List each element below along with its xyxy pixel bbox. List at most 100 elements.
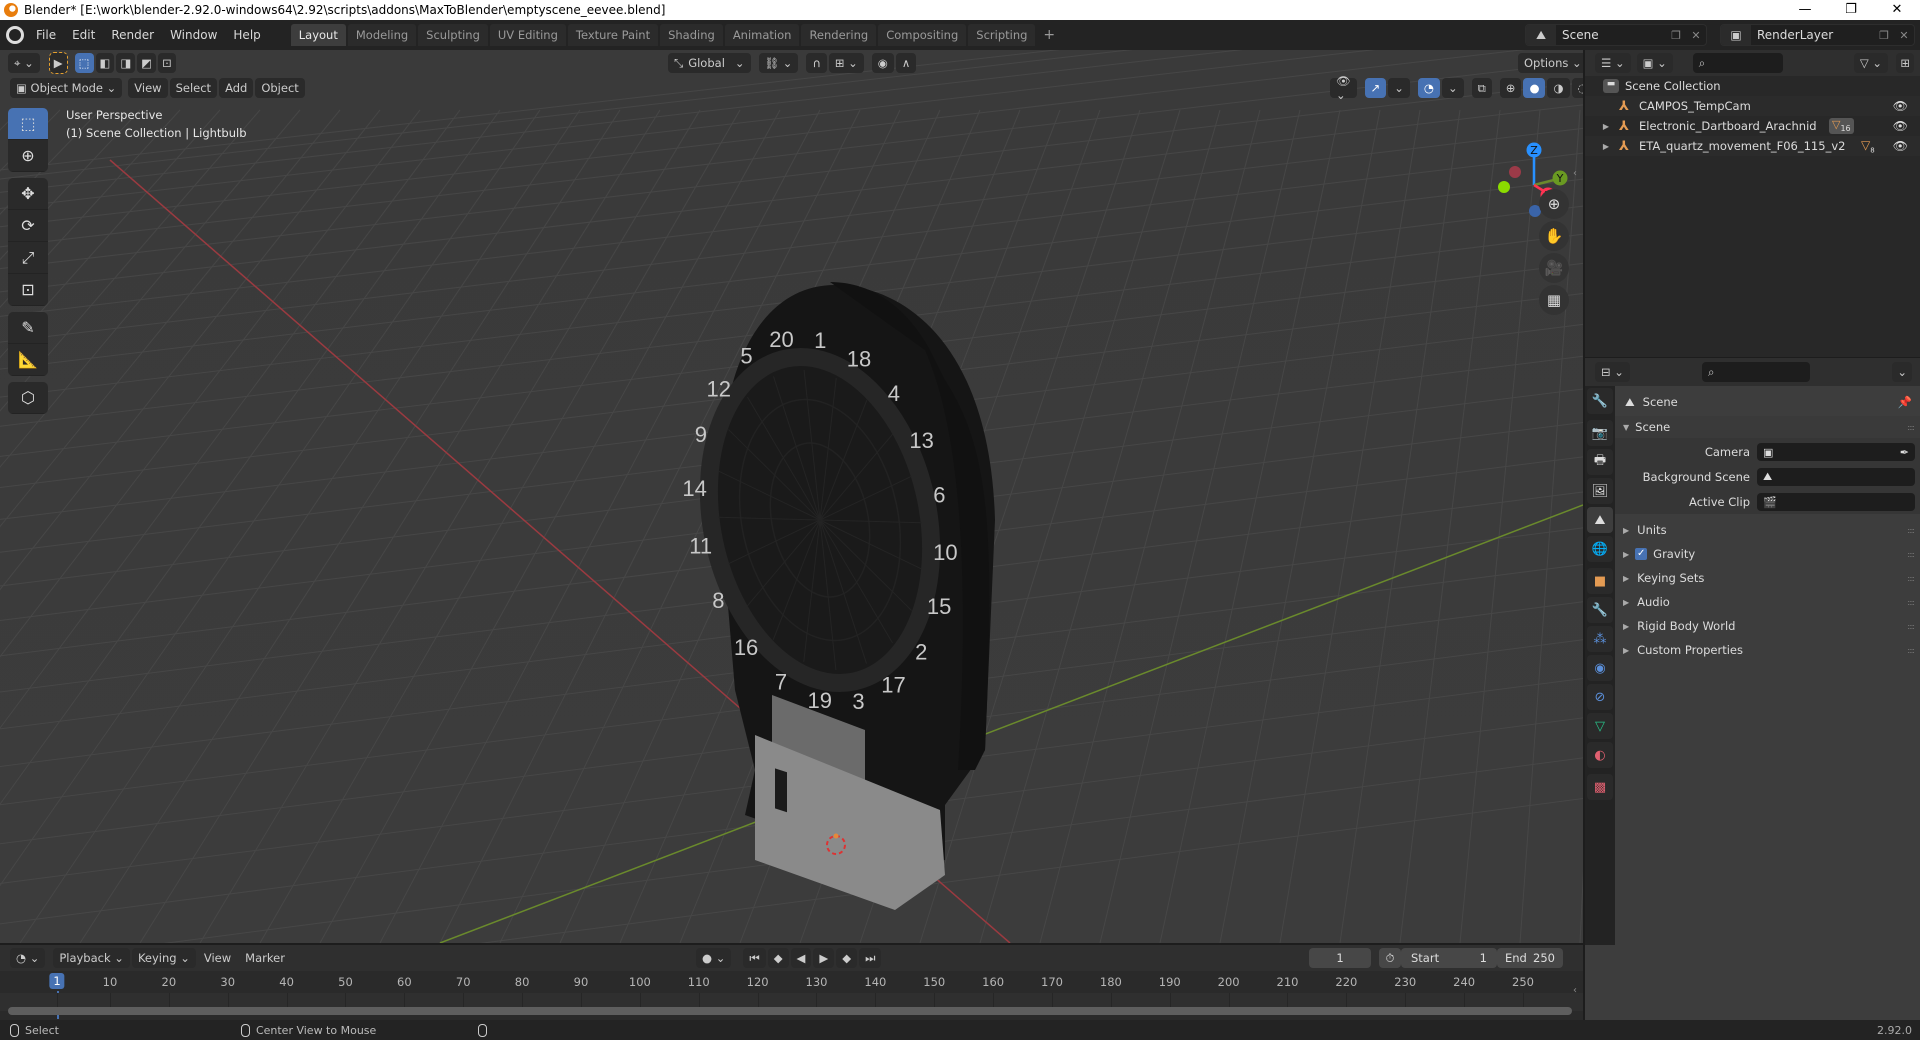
menu-edit[interactable]: Edit [64,28,103,42]
scene-name[interactable]: Scene [1556,28,1666,42]
timeline-sidebar-toggle-icon[interactable]: ‹ [1573,985,1577,996]
select-extend-icon[interactable]: ◧ [95,53,115,73]
tab-compositing[interactable]: Compositing [878,24,967,46]
end-frame-field[interactable]: End 250 [1497,948,1563,968]
preview-range-icon[interactable]: ⏱ [1379,948,1401,968]
jump-end-icon[interactable]: ⏭ [859,948,882,968]
play-icon[interactable]: ▶ [813,948,835,968]
tab-animation[interactable]: Animation [724,24,800,46]
expand-arrow-icon[interactable]: ▶ [1623,550,1629,559]
viewport-scene[interactable]: 20 1 18 4 13 6 10 152 17 3 19 7 16 8 11 14 9 12 5 [0,50,1583,943]
jump-start-icon[interactable]: ⏮ [743,948,766,968]
timeline-scrollbar[interactable] [8,1007,1572,1015]
visibility-eye-icon[interactable]: 👁 [1893,139,1908,153]
new-scene-icon[interactable]: ❐ [1666,29,1686,42]
gizmo-dropdown[interactable]: ⌄ [1388,78,1410,98]
collapse-arrow-icon[interactable]: ▼ [1623,423,1629,432]
measure-tool-icon[interactable]: 📐 [8,344,48,376]
menu-view[interactable]: View [128,78,168,98]
shading-solid[interactable]: ● [1523,78,1546,98]
keying-sets-subpanel[interactable]: ▶ Keying Sets :::: [1615,567,1920,589]
menu-object[interactable]: Object [255,78,305,98]
shading-rendered[interactable]: ◌ [1571,78,1583,98]
select-invert-icon[interactable]: ◩ [137,53,157,73]
expand-arrow-icon[interactable]: ▶ [1623,622,1629,631]
drag-handle-icon[interactable]: :::: [1907,646,1915,655]
object-tab-icon[interactable]: ■ [1587,568,1613,594]
outliner-search-input[interactable]: ⌕ [1692,53,1783,73]
editor-type-icon[interactable]: ⌖ ⌄ [8,53,40,73]
world-tab-icon[interactable]: 🌐 [1587,536,1613,562]
visibility-eye-icon[interactable]: 👁 [1893,99,1908,113]
zoom-view-icon[interactable]: ⊕ [1539,189,1569,219]
gravity-subpanel[interactable]: ▶ ✓ Gravity :::: [1615,543,1920,565]
drag-handle-icon[interactable]: :::: [1907,423,1915,432]
options-dropdown[interactable]: Options ⌄ [1518,53,1583,73]
active-clip-field[interactable]: 🎬 [1757,493,1915,511]
select-new-icon[interactable]: ⬚ [74,53,94,73]
gizmo-toggle[interactable]: ↗ [1364,78,1387,98]
current-frame-field[interactable]: 1 [1309,948,1371,968]
filter-dropdown-icon[interactable]: ▽ ⌄ [1853,53,1888,73]
prev-keyframe-icon[interactable]: ◆ [767,948,789,968]
shading-wireframe[interactable]: ⊕ [1499,78,1522,98]
add-workspace-button[interactable]: + [1037,24,1061,46]
close-button[interactable]: ✕ [1874,0,1920,20]
pivot-point-dropdown[interactable]: ⛓ ⌄ [758,53,799,73]
custom-properties-subpanel[interactable]: ▶ Custom Properties :::: [1615,639,1920,661]
playback-dropdown[interactable]: Playback ⌄ [53,948,130,968]
tab-sculpting[interactable]: Sculpting [418,24,488,46]
properties-options-dropdown[interactable]: ⌄ [1892,362,1912,382]
menu-file[interactable]: File [28,28,64,42]
new-view-layer-icon[interactable]: ❐ [1874,29,1894,42]
gizmo-neg-y[interactable] [1498,181,1510,193]
play-reverse-icon[interactable]: ◀ [790,948,812,968]
timeline-menu-marker[interactable]: Marker [239,948,291,968]
sidebar-toggle-icon[interactable]: ‹ [1573,168,1577,179]
mesh-children-badge[interactable]: ▽16 [1829,118,1854,134]
tab-layout[interactable]: Layout [290,24,346,46]
tab-rendering[interactable]: Rendering [801,24,877,46]
expand-arrow-icon[interactable]: ▶ [1623,598,1629,607]
view-layer-tab-icon[interactable]: 🖼 [1587,478,1613,504]
gizmo-neg-x[interactable] [1509,166,1521,178]
overlay-dropdown[interactable]: ⌄ [1441,78,1464,98]
tool-tab-icon[interactable]: 🔧 [1587,388,1613,414]
outliner-editor-type-icon[interactable]: ☰ ⌄ [1595,53,1631,73]
transform-tool-icon[interactable]: ⊡ [8,274,48,306]
drag-handle-icon[interactable]: :::: [1907,622,1915,631]
tab-texture-paint[interactable]: Texture Paint [567,24,659,46]
mesh-children-badge[interactable]: ▽8 [1861,138,1875,154]
visibility-eye-icon[interactable]: 👁 [1893,119,1908,133]
expand-arrow-icon[interactable]: ▶ [1623,526,1629,535]
scene-panel-header[interactable]: ▼ Scene :::: [1615,416,1920,438]
cursor-tool-icon[interactable]: ⊕ [8,140,48,172]
camera-field[interactable]: ▣ ✒ [1757,443,1915,461]
gravity-checkbox[interactable]: ✓ [1635,548,1648,560]
units-subpanel[interactable]: ▶ Units :::: [1615,519,1920,541]
physics-tab-icon[interactable]: ◉ [1587,655,1613,681]
outliner-item[interactable]: ▶ ⅄ Electronic_Dartboard_Arachnid ▽16 👁 [1585,116,1920,136]
outliner-item[interactable]: ⅄ CAMPOS_TempCam 👁 [1585,96,1920,116]
tab-modeling[interactable]: Modeling [347,24,417,46]
audio-subpanel[interactable]: ▶ Audio :::: [1615,591,1920,613]
menu-help[interactable]: Help [225,28,268,42]
outliner-item[interactable]: ▶ ⅄ ETA_quartz_movement_F06_115_v2 ▽8 👁 [1585,136,1920,156]
transform-orientation-dropdown[interactable]: ⤡ Global ⌄ [668,53,751,73]
tab-shading[interactable]: Shading [660,24,723,46]
expand-arrow-icon[interactable]: ▶ [1585,142,1615,151]
proportional-edit-toggle[interactable]: ◉ [871,53,894,73]
menu-window[interactable]: Window [162,28,225,42]
overlay-toggle[interactable]: ◔ [1417,78,1440,98]
material-tab-icon[interactable]: ◐ [1587,742,1613,768]
snap-toggle[interactable]: ∩ [806,53,827,73]
annotate-tool-icon[interactable]: ✎ [8,312,48,344]
expand-arrow-icon[interactable]: ▶ [1623,574,1629,583]
select-subtract-icon[interactable]: ◨ [116,53,136,73]
data-tab-icon[interactable]: ▽ [1587,713,1613,739]
object-mode-dropdown[interactable]: ▣ Object Mode ⌄ [10,78,123,98]
background-scene-field[interactable]: ⛰ [1757,468,1915,486]
view-layer-selector[interactable]: ▣ RenderLayer ❐ ✕ [1720,24,1915,46]
rigid-body-world-subpanel[interactable]: ▶ Rigid Body World :::: [1615,615,1920,637]
output-tab-icon[interactable]: 🖶 [1587,449,1613,475]
